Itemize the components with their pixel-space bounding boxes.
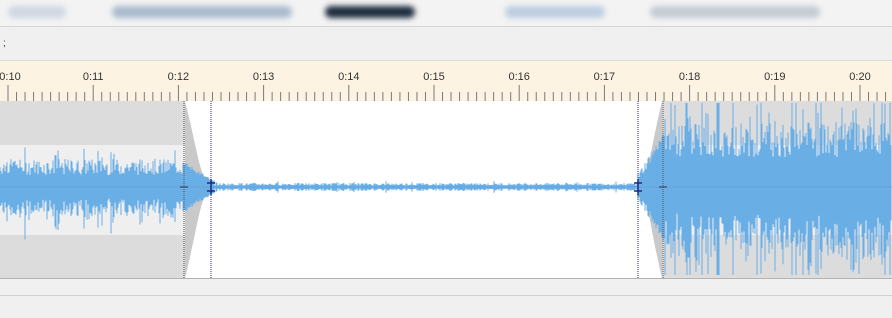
top-strip <box>0 0 892 27</box>
ruler-label: 0:20 <box>849 71 871 83</box>
ruler-label: 0:10 <box>0 71 21 83</box>
ruler-label: 0:12 <box>167 71 190 83</box>
ruler-label: 0:11 <box>82 71 104 83</box>
ruler-ticks <box>7 85 887 101</box>
blurred-toolbar-item <box>505 6 605 18</box>
ruler-label: 0:16 <box>508 71 530 83</box>
ruler-label: 0:14 <box>338 71 360 83</box>
blurred-toolbar-item <box>650 6 820 18</box>
time-ruler[interactable]: 0:10 0:11 0:12 0:13 0:14 0:15 0:16 0:17 0:18 0:19… <box>0 61 892 102</box>
waveform-canvas[interactable] <box>0 101 892 278</box>
ruler-label: 0:13 <box>252 71 275 83</box>
toolbar: ; <box>0 27 892 61</box>
blurred-toolbar-item <box>112 6 292 18</box>
toolbar-glyph: ; <box>3 38 6 49</box>
ruler-label: 0:19 <box>764 71 786 83</box>
footer-divider <box>0 295 892 296</box>
ruler-label: 0:18 <box>678 71 701 83</box>
blurred-toolbar-item <box>8 6 66 18</box>
audio-track[interactable] <box>0 101 892 278</box>
footer-panel <box>0 279 892 318</box>
ruler-label: 0:17 <box>593 71 616 83</box>
ruler-label: 0:15 <box>423 71 445 83</box>
blurred-toolbar-item <box>325 6 415 18</box>
